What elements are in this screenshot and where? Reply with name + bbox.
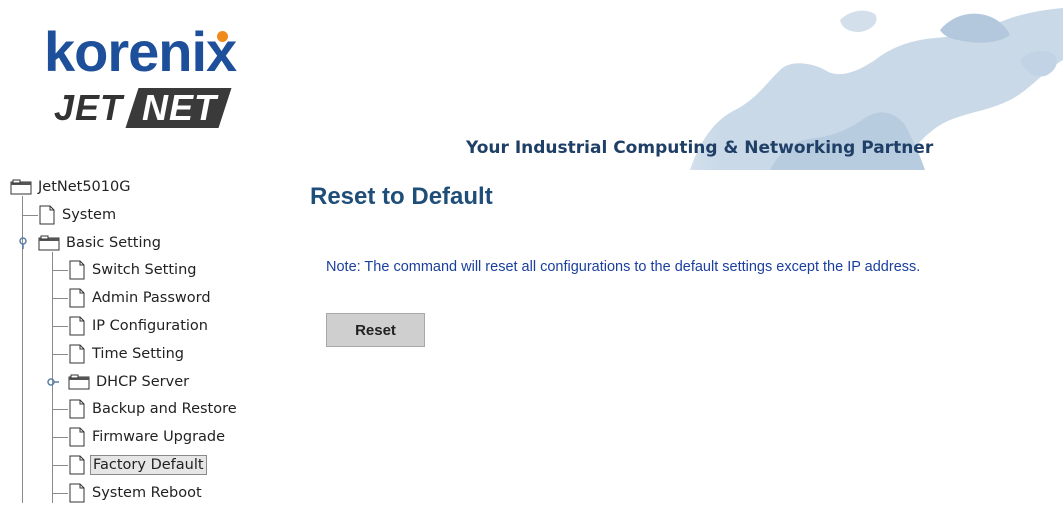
tree-item-firmware-upgrade[interactable]: Firmware Upgrade (68, 424, 227, 450)
tree-connector (52, 298, 68, 299)
tree-item-system-reboot[interactable]: System Reboot (68, 480, 204, 506)
header: korenix JET NET Your Industrial Computin… (0, 0, 1063, 170)
tree-item-basic-setting[interactable]: Basic Setting (38, 230, 163, 256)
tree-item-label: Factory Default (90, 455, 207, 475)
logo-wordmark: korenix (44, 20, 237, 83)
folder-icon (68, 374, 90, 390)
reset-button[interactable]: Reset (326, 313, 425, 347)
tree-item-label: Basic Setting (66, 235, 161, 251)
document-icon (69, 344, 85, 364)
logo-orange-dot (217, 31, 228, 42)
tree-connector (52, 409, 68, 410)
tree-connector (52, 354, 68, 355)
tree-item-label: IP Configuration (92, 318, 208, 334)
document-icon (69, 455, 85, 475)
tree-root-jetnet5010g[interactable]: JetNet5010G (10, 174, 132, 200)
document-icon (69, 427, 85, 447)
collapse-expander-icon[interactable] (16, 236, 30, 250)
tree-connector (52, 437, 68, 438)
tree-item-system[interactable]: System (38, 202, 118, 228)
tree-item-time-setting[interactable]: Time Setting (68, 341, 186, 367)
folder-icon (38, 235, 60, 251)
reset-note-text: Note: The command will reset all configu… (326, 259, 921, 275)
tree-item-label: Admin Password (92, 290, 211, 306)
tree-item-ip-configuration[interactable]: IP Configuration (68, 313, 210, 339)
page-title: Reset to Default (310, 183, 493, 210)
tree-item-admin-password[interactable]: Admin Password (68, 285, 213, 311)
logo-net-text: NET (142, 87, 217, 128)
tree-item-label: Switch Setting (92, 262, 197, 278)
tree-connector (22, 215, 38, 216)
tree-connector (52, 326, 68, 327)
expand-expander-icon[interactable] (46, 375, 60, 389)
korenix-jetnet-logo: korenix JET NET (40, 22, 270, 132)
document-icon (69, 399, 85, 419)
tree-item-label: Backup and Restore (92, 401, 237, 417)
tree-root-label: JetNet5010G (38, 179, 131, 195)
tree-item-label: DHCP Server (96, 374, 190, 390)
document-icon (69, 260, 85, 280)
document-icon (69, 483, 85, 503)
document-icon (69, 316, 85, 336)
tree-item-factory-default[interactable]: Factory Default (68, 452, 207, 478)
tree-item-label: Firmware Upgrade (92, 429, 226, 445)
tree-connector (52, 465, 68, 466)
tree-item-dhcp-server[interactable]: DHCP Server (68, 369, 191, 395)
logo-jet-text: JET (54, 87, 124, 128)
navigation-tree: JetNet5010G System Basic Setting Switch … (0, 172, 300, 503)
tree-item-label: System (62, 207, 117, 223)
tree-connector (52, 493, 68, 494)
tree-item-backup-and-restore[interactable]: Backup and Restore (68, 396, 239, 422)
document-icon (69, 288, 85, 308)
tagline: Your Industrial Computing & Networking P… (466, 138, 934, 158)
folder-icon (10, 179, 32, 195)
tree-item-switch-setting[interactable]: Switch Setting (68, 257, 198, 283)
logo-net-badge: NET (125, 87, 232, 128)
tree-item-label: Time Setting (92, 346, 185, 362)
document-icon (39, 205, 55, 225)
tree-connector (52, 270, 68, 271)
tree-item-label: System Reboot (92, 485, 202, 501)
